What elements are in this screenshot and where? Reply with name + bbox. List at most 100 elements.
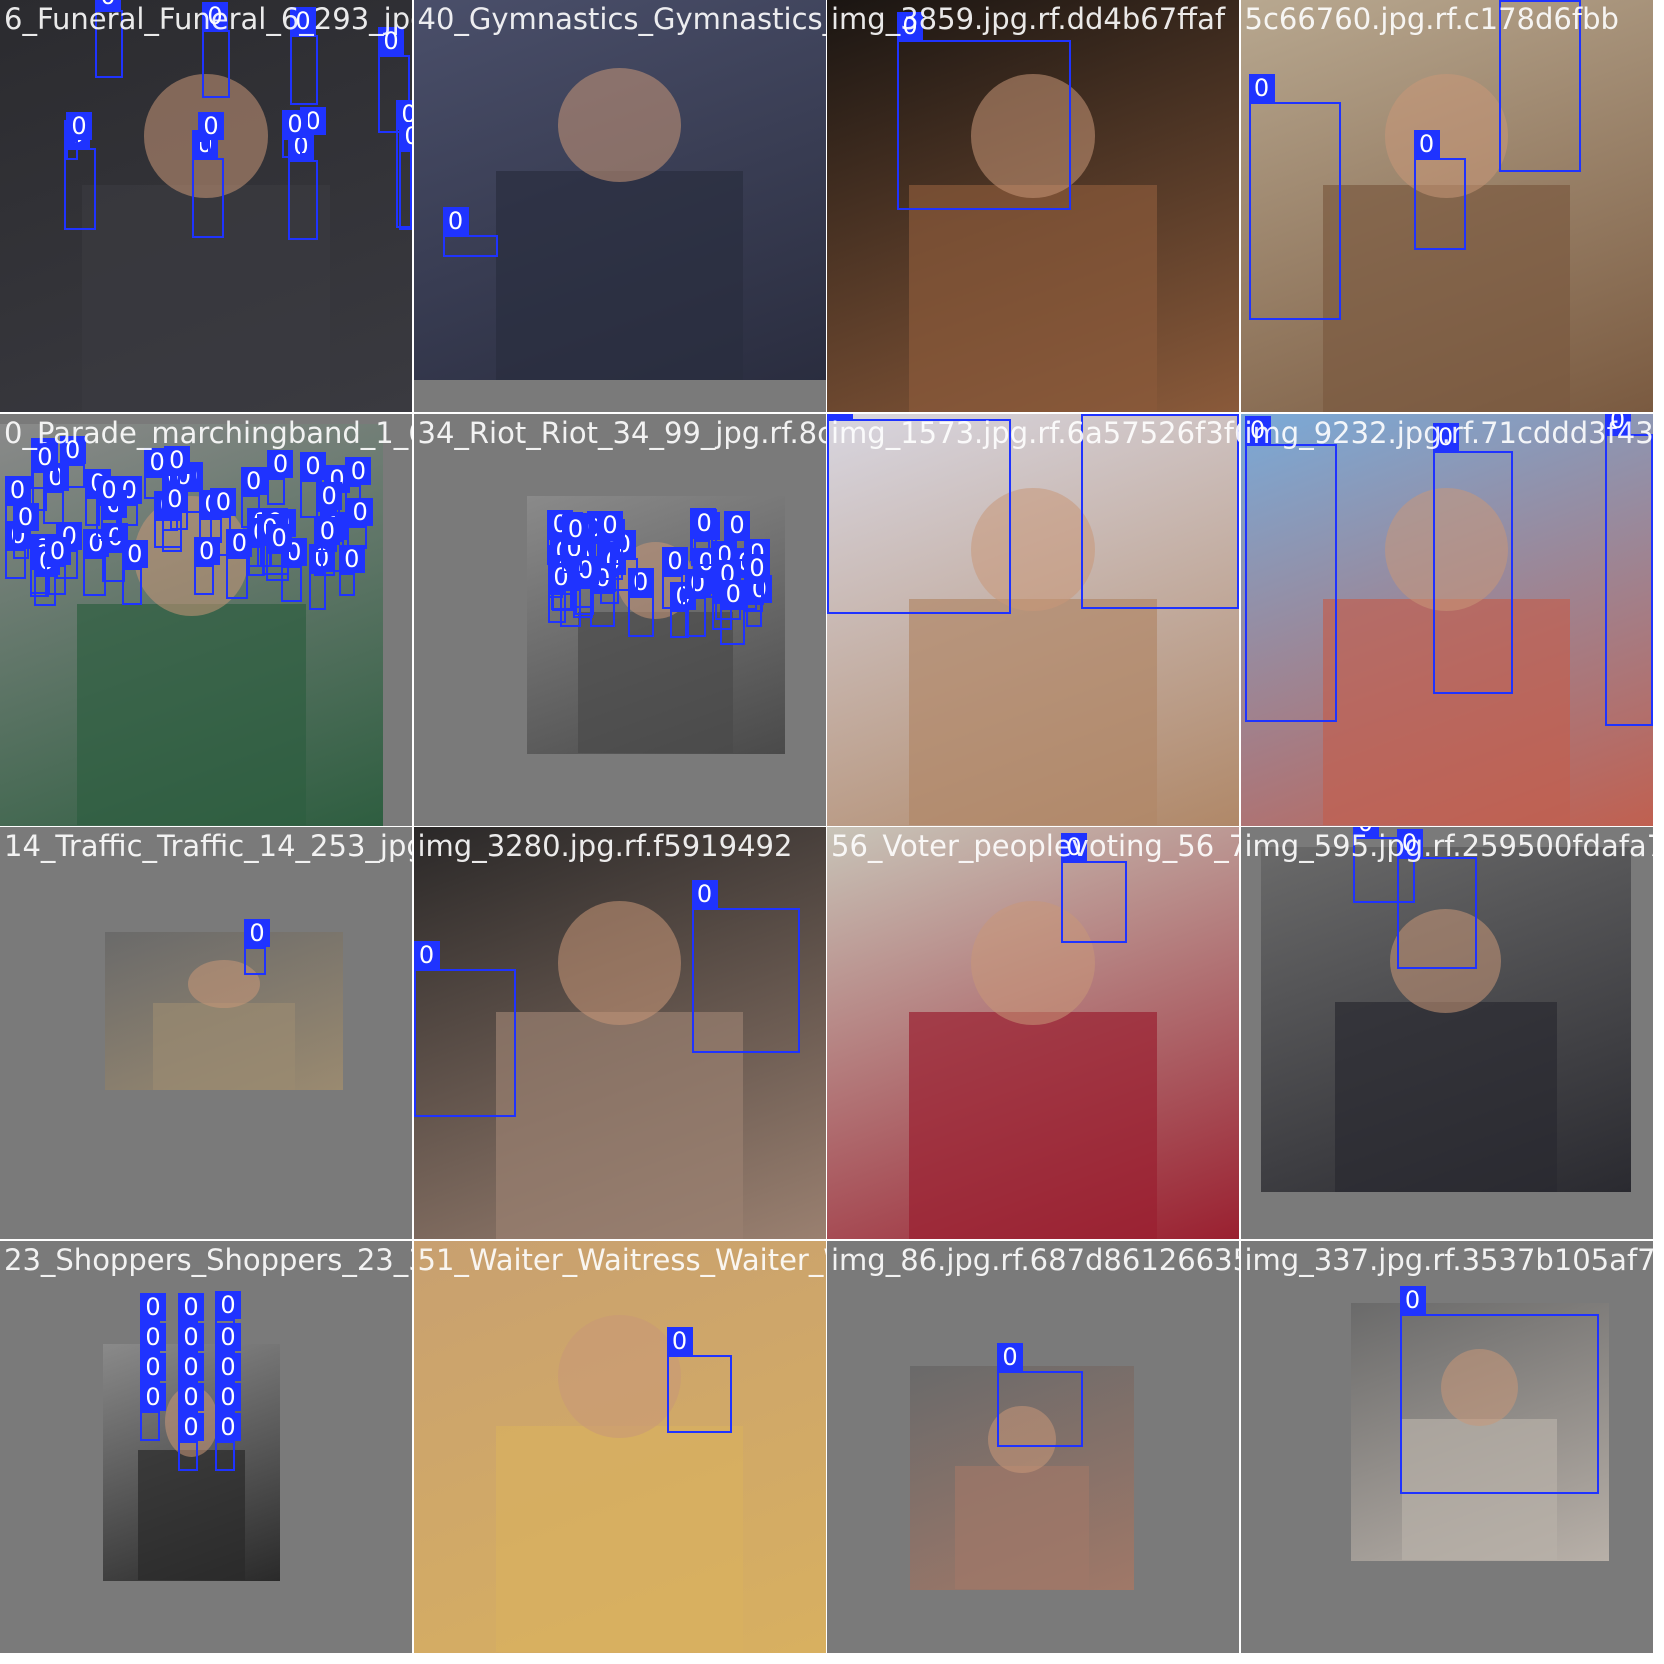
class-label: 0 [724,510,751,539]
class-label: 0 [215,1382,241,1411]
mosaic-tile: 0 0 img_3280.jpg.rf.f5919492 [413,827,826,1239]
class-label: 0 [4,475,31,504]
class-label: 0 [720,580,747,609]
mosaic-tile: 056_Voter_peoplevoting_56_747_jpg.rf.259… [827,827,1239,1239]
class-label: 0 [1248,74,1275,102]
class-label: 0 [744,553,771,582]
class-label: 0 [290,7,316,35]
face-bounding-box: 0 [744,553,771,612]
face-bounding-box: 0 [215,1412,241,1471]
face-bounding-box: 0 [282,110,308,158]
face-bounding-box: 0 [121,540,148,605]
class-label: 0 [215,1412,241,1441]
class-label: 0 [267,450,294,479]
face-bounding-box: 0 [897,12,1071,210]
class-label: 0 [1413,130,1440,158]
class-label: 0 [562,514,589,543]
mosaic-tile: 051_Waiter_Waitress_Waiter_Waitress_51_6… [413,1240,826,1653]
class-label: 0 [240,467,267,496]
face-bounding-box: 0 [64,120,96,230]
class-label: 0 [178,1292,204,1321]
class-label: 0 [413,941,440,969]
face-bounding-box: 0 [666,1326,732,1433]
class-label: 0 [193,537,220,566]
face-bounding-box: 0 [226,528,253,599]
face-bounding-box: 0 [413,941,516,1117]
class-label: 0 [347,497,374,526]
mosaic-tile: 0 img_86.jpg.rf.687d86126635 [827,1240,1239,1653]
face-bounding-box: 0 [244,919,270,975]
face-bounding-box: 0 [399,122,412,230]
face-bounding-box: 0 [997,1342,1083,1447]
class-label: 0 [144,447,171,476]
class-label: 0 [1399,1285,1426,1314]
class-label: 0 [244,919,270,947]
class-label: 0 [266,523,293,552]
face-bounding-box: 0 [288,132,318,240]
face-bounding-box: 0 [684,569,711,638]
face-bounding-box: 0 [161,484,188,552]
class-label: 0 [691,880,718,908]
face-bounding-box: 0 [572,556,599,618]
face-bounding-box: 0 [96,475,123,539]
class-label: 0 [897,12,923,40]
tile-photo [413,0,826,380]
face-bounding-box: 0 [691,880,800,1053]
class-label: 0 [210,488,237,517]
face-bounding-box: 0 [308,544,335,610]
mosaic-tile: 0000000000000000000000000000000000000034… [413,413,826,826]
mosaic-tile: 0005c66760.jpg.rf.c178d6fbb [1240,0,1653,412]
face-bounding-box: 0 [562,514,589,574]
face-bounding-box: 0 [347,497,374,550]
class-label: 0 [96,475,123,504]
face-bounding-box: 0 [338,544,365,596]
class-label: 0 [31,443,58,472]
class-label: 0 [314,516,341,545]
class-label: 0 [178,1382,204,1411]
class-label: 0 [1604,413,1631,434]
class-label: 0 [140,1352,166,1381]
face-bounding-box: 0 [597,510,624,565]
face-bounding-box: 0 [44,536,71,596]
class-label: 0 [178,1322,204,1351]
mosaic-tile: 040_Gymnastics_Gymnastics_40_259_jpg.rf.… [413,0,826,412]
face-bounding-box: 0 [1498,0,1581,172]
class-label: 0 [597,510,624,539]
tile-photo [413,1240,826,1653]
face-bounding-box: 0 [300,107,326,155]
face-bounding-box: 0 [266,523,293,582]
class-label: 0 [1352,827,1379,837]
mosaic-tile: 0000000000000000000000000000000000000000… [0,413,412,826]
class-label: 0 [691,508,718,537]
mosaic-tile: 00img_595.jpg.rf.259500fdafa7 [1240,827,1653,1239]
class-label: 0 [827,413,853,419]
face-bounding-box: 0 [1413,130,1466,250]
face-bounding-box: 0 [1244,415,1337,722]
tile-photo [827,827,1239,1239]
face-bounding-box: 0 [661,546,688,609]
face-bounding-box: 0 [1399,1285,1599,1494]
face-bounding-box: 0 [1396,829,1477,969]
face-bounding-box: 0 [547,562,574,623]
mosaic-tile: 00img_1573.jpg.rf.6a57526f3f6 [827,413,1239,826]
class-label: 0 [378,27,404,55]
class-label: 0 [1396,829,1423,857]
face-bounding-box: 0 [198,112,224,160]
class-label: 0 [1061,833,1087,861]
mosaic-tile: 0 0 0 img_9232.jpg.rf.71cddd3f43 [1240,413,1653,826]
class-label: 0 [198,112,224,140]
class-label: 0 [59,435,86,464]
face-bounding-box: 0 [12,503,39,560]
detection-mosaic: 00000000000006_Funeral_Funeral_6_293_jpg… [0,0,1664,1664]
class-label: 0 [442,207,469,235]
class-label: 0 [95,0,121,10]
class-label: 0 [178,1412,204,1441]
tile-photo [105,932,343,1090]
class-label: 0 [300,451,327,480]
class-label: 0 [44,536,71,565]
class-label: 0 [1432,422,1459,451]
class-label: 0 [215,1322,241,1351]
face-bounding-box: 0 [1248,74,1341,320]
face-bounding-box: 0 [693,548,720,599]
face-bounding-box: 0 [691,508,718,567]
